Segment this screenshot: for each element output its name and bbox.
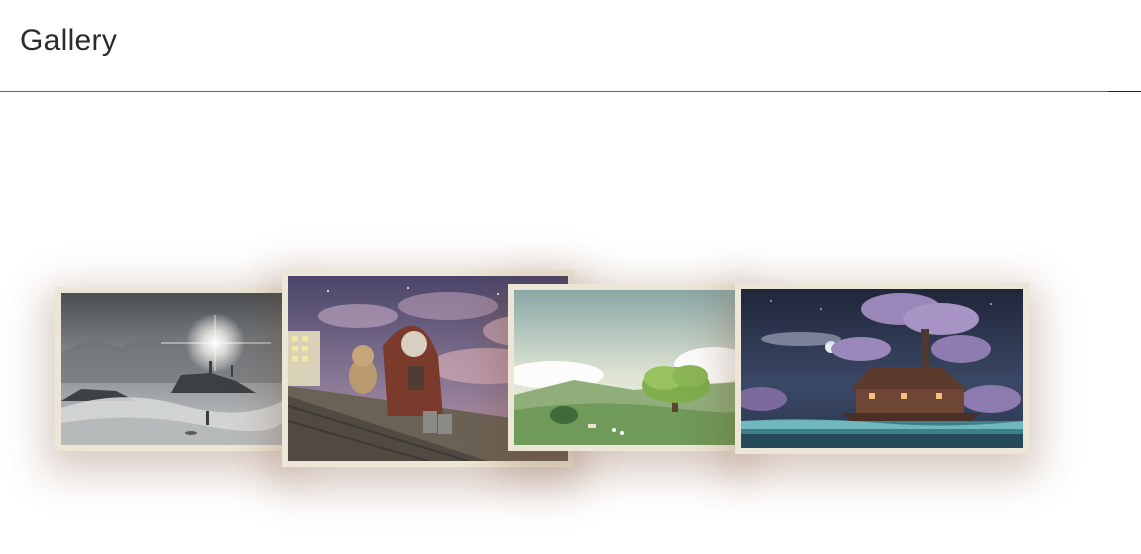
cherry-blossom-house-image [741, 289, 1023, 448]
misty-ships-image [61, 293, 283, 445]
green-valley-tree-image [514, 290, 738, 445]
page-header: Gallery [0, 0, 1141, 91]
gallery-card-misty-ships[interactable] [55, 287, 289, 451]
page-title: Gallery [20, 24, 118, 57]
gallery-card-blossom-house[interactable] [735, 283, 1029, 454]
gallery-page: Gallery [0, 0, 1141, 554]
gallery-card-green-valley[interactable] [508, 284, 744, 451]
image-gallery [0, 92, 1141, 554]
